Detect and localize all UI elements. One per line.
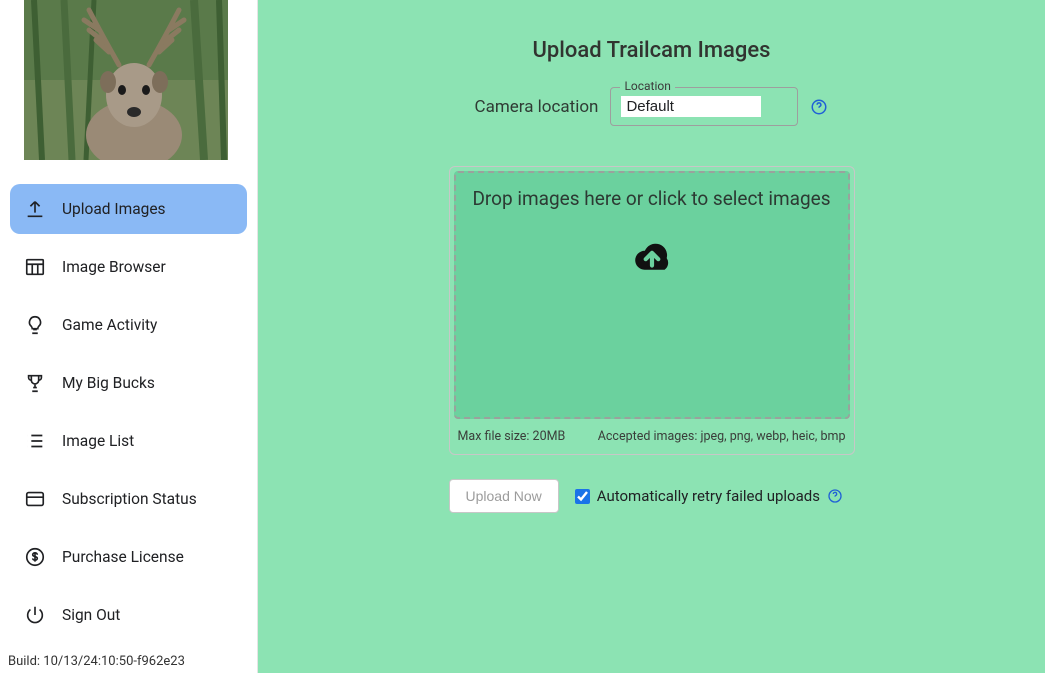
action-row: Upload Now Automatically retry failed up… bbox=[449, 479, 855, 513]
dollar-icon bbox=[24, 546, 46, 568]
dropzone-text: Drop images here or click to select imag… bbox=[472, 187, 830, 210]
nav-label: Image List bbox=[62, 432, 134, 450]
nav-item-image-list[interactable]: Image List bbox=[10, 416, 247, 466]
upload-now-button[interactable]: Upload Now bbox=[449, 479, 559, 513]
retry-label: Automatically retry failed uploads bbox=[597, 487, 820, 505]
cloud-upload-icon bbox=[625, 234, 679, 280]
max-file-size: Max file size: 20MB bbox=[458, 429, 566, 444]
retry-checkbox[interactable] bbox=[575, 489, 590, 504]
upload-card: Drop images here or click to select imag… bbox=[449, 166, 855, 455]
logo-image bbox=[24, 0, 228, 160]
nav-item-upload-images[interactable]: Upload Images bbox=[10, 184, 247, 234]
nav-item-game-activity[interactable]: Game Activity bbox=[10, 300, 247, 350]
nav-item-my-big-bucks[interactable]: My Big Bucks bbox=[10, 358, 247, 408]
card-icon bbox=[24, 488, 46, 510]
nav-label: Purchase License bbox=[62, 548, 184, 566]
sidebar: Upload Images Image Browser Game Activit… bbox=[0, 0, 258, 673]
upload-icon bbox=[24, 198, 46, 220]
camera-location-label: Camera location bbox=[475, 97, 599, 117]
list-icon bbox=[24, 430, 46, 452]
signout-area: Sign Out bbox=[0, 590, 257, 654]
nav-label: Game Activity bbox=[62, 316, 157, 334]
help-icon[interactable] bbox=[827, 488, 843, 504]
nav-label: My Big Bucks bbox=[62, 374, 155, 392]
bulb-icon bbox=[24, 314, 46, 336]
grid-icon bbox=[24, 256, 46, 278]
nav-item-image-browser[interactable]: Image Browser bbox=[10, 242, 247, 292]
nav-label: Subscription Status bbox=[62, 490, 197, 508]
signout-label: Sign Out bbox=[62, 606, 120, 624]
trophy-icon bbox=[24, 372, 46, 394]
nav-item-sign-out[interactable]: Sign Out bbox=[10, 590, 247, 640]
location-row: Camera location Location bbox=[475, 87, 829, 126]
sidebar-logo bbox=[0, 0, 257, 174]
dropzone[interactable]: Drop images here or click to select imag… bbox=[454, 171, 850, 419]
build-info: Build: 10/13/24:10:50-f962e23 bbox=[0, 654, 257, 677]
accepted-formats: Accepted images: jpeg, png, webp, heic, … bbox=[598, 429, 846, 444]
retry-option: Automatically retry failed uploads bbox=[575, 487, 843, 505]
nav-label: Upload Images bbox=[62, 200, 166, 218]
location-input[interactable] bbox=[621, 96, 761, 117]
nav-item-subscription-status[interactable]: Subscription Status bbox=[10, 474, 247, 524]
nav-item-purchase-license[interactable]: Purchase License bbox=[10, 532, 247, 582]
file-meta: Max file size: 20MB Accepted images: jpe… bbox=[454, 419, 850, 446]
nav-label: Image Browser bbox=[62, 258, 166, 276]
power-icon bbox=[24, 604, 46, 626]
page-title: Upload Trailcam Images bbox=[533, 38, 771, 63]
location-legend: Location bbox=[620, 79, 674, 93]
help-icon[interactable] bbox=[810, 98, 828, 116]
nav-list: Upload Images Image Browser Game Activit… bbox=[0, 174, 257, 590]
main-content: Upload Trailcam Images Camera location L… bbox=[258, 0, 1045, 673]
location-field[interactable]: Location bbox=[610, 87, 798, 126]
